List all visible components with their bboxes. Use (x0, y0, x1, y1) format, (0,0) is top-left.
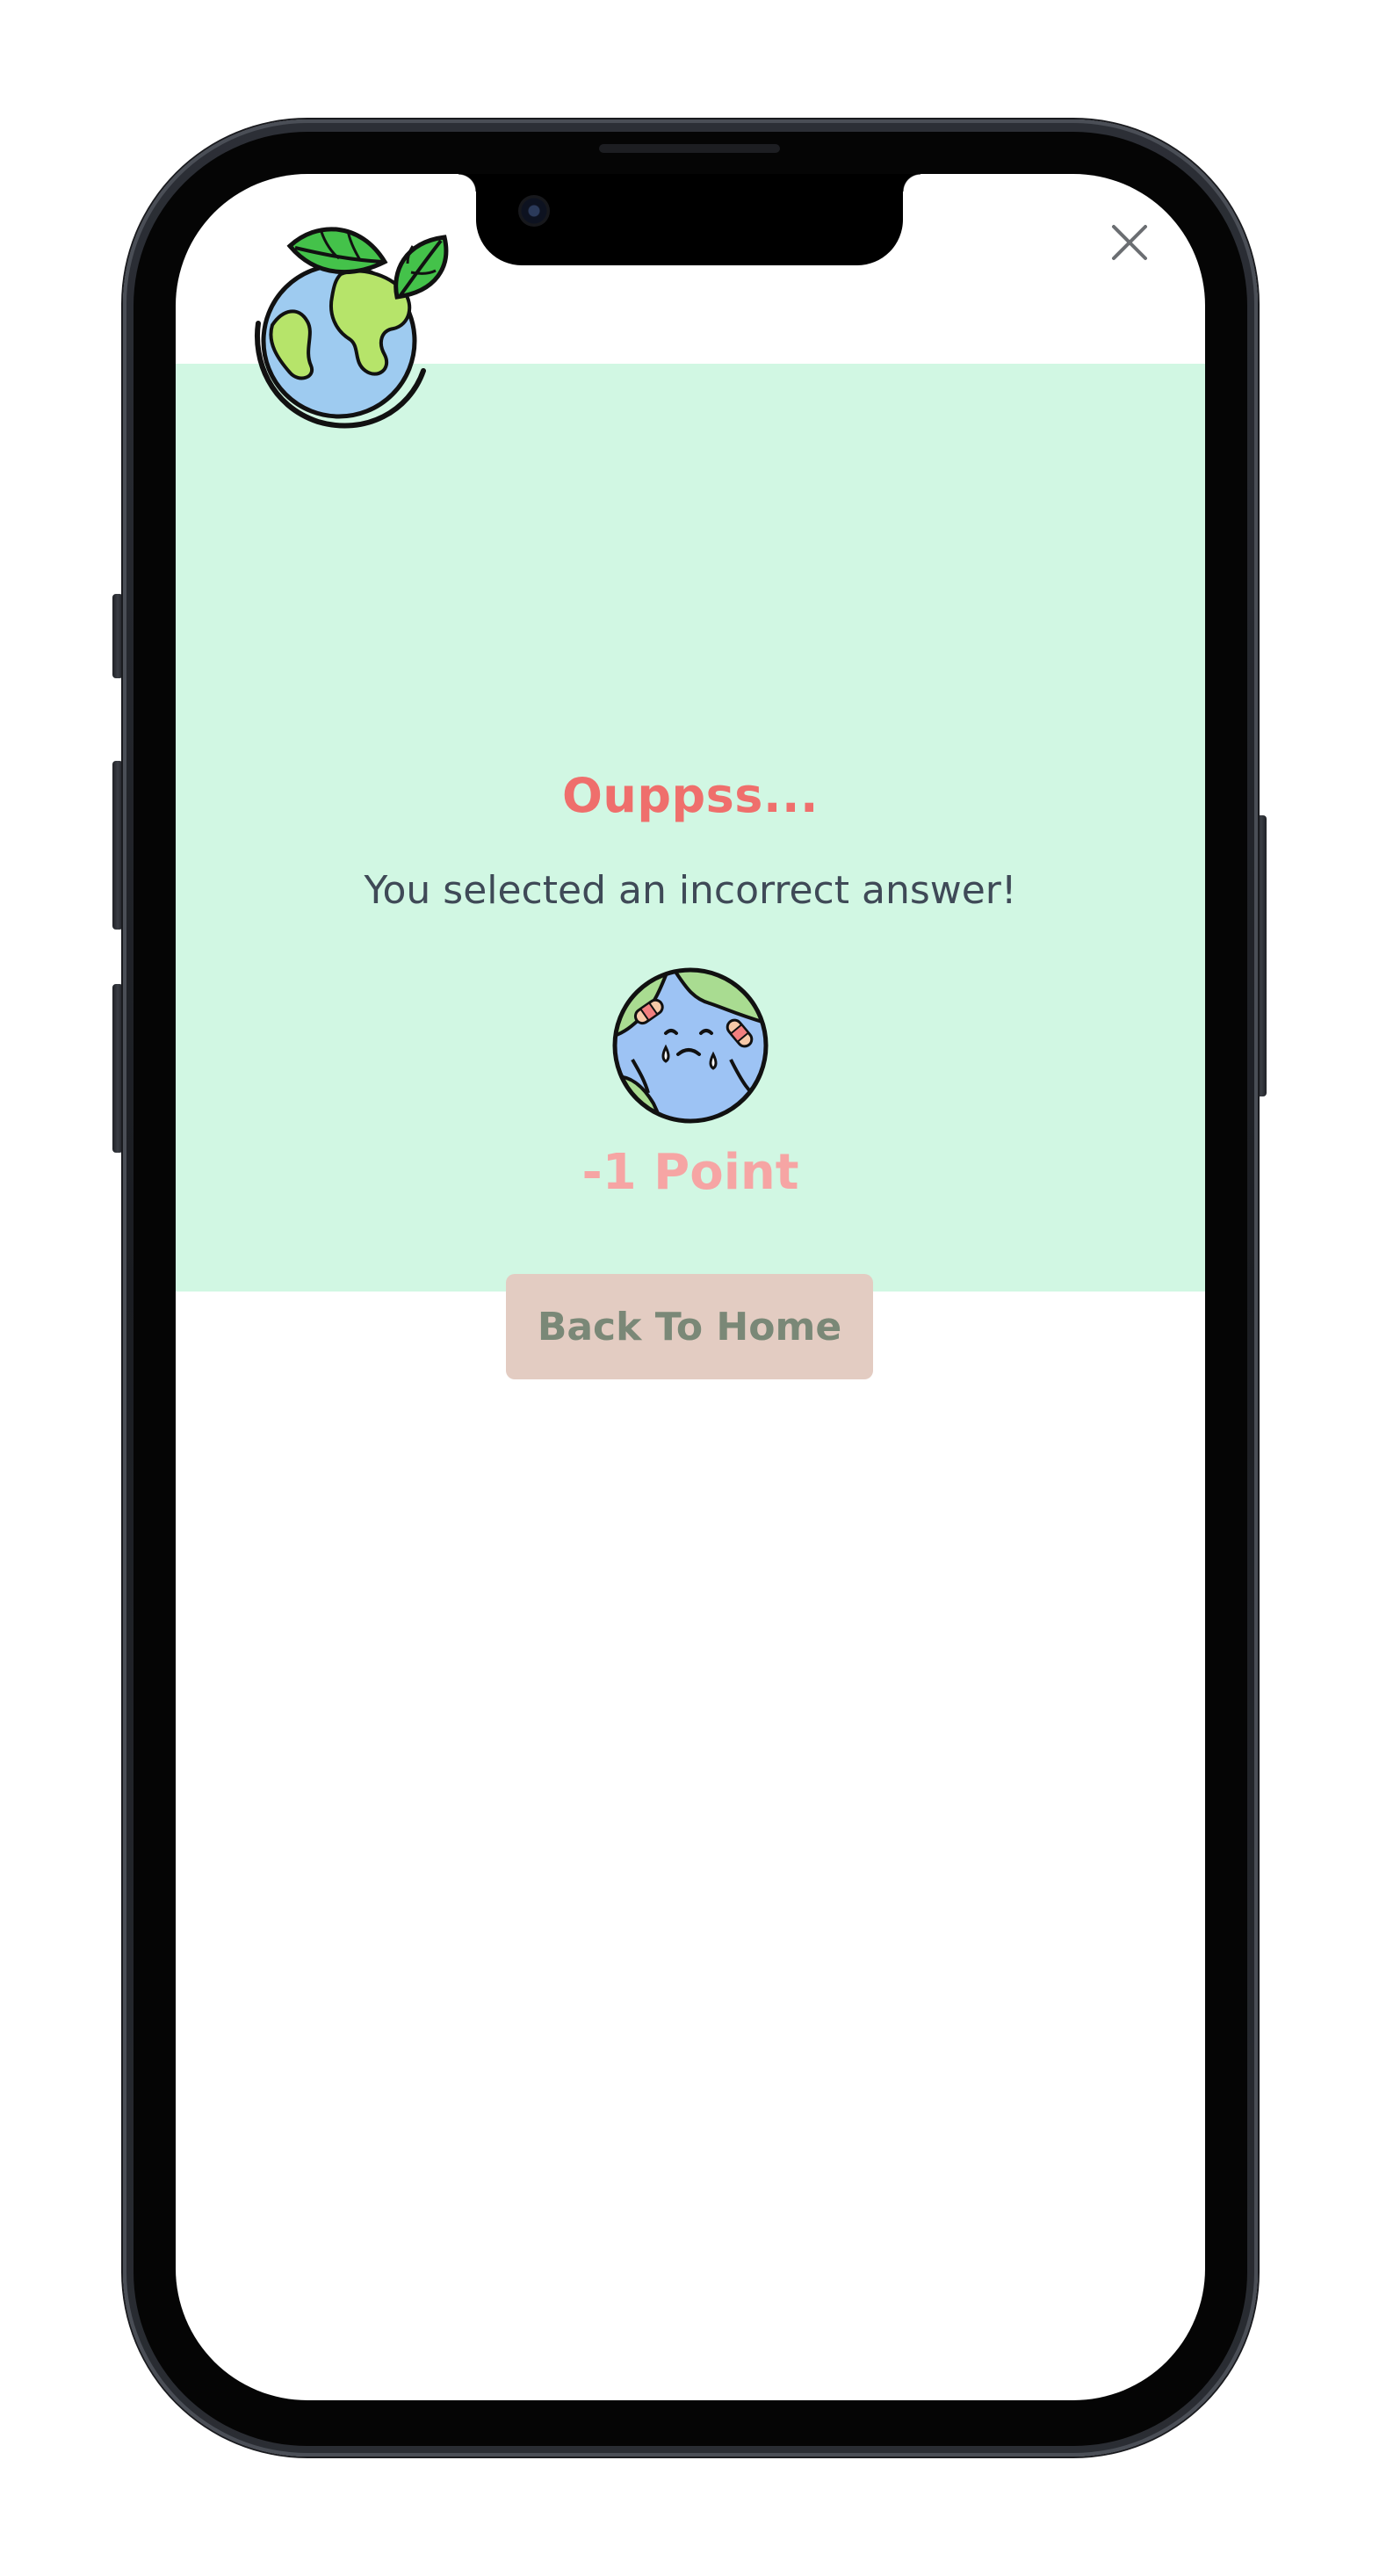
volume-down-button (112, 984, 123, 1153)
result-message: You selected an incorrect answer! (364, 868, 1017, 913)
sad-earth-icon (612, 967, 769, 1124)
volume-up-button (112, 761, 123, 930)
phone-screen: Ouppss... You selected an incorrect answ… (176, 174, 1205, 2400)
result-title: Ouppss... (562, 768, 819, 823)
back-to-home-button[interactable]: Back To Home (506, 1274, 873, 1379)
front-camera (518, 195, 550, 227)
earpiece-speaker (599, 144, 780, 153)
close-icon[interactable] (1107, 220, 1152, 265)
device-mockup: Ouppss... You selected an incorrect answ… (0, 0, 1379, 2576)
quiz-result-panel: Ouppss... You selected an incorrect answ… (176, 364, 1205, 1379)
silent-switch (112, 594, 123, 678)
earth-with-leaves-icon (255, 227, 449, 429)
points-change: -1 Point (581, 1144, 799, 1201)
